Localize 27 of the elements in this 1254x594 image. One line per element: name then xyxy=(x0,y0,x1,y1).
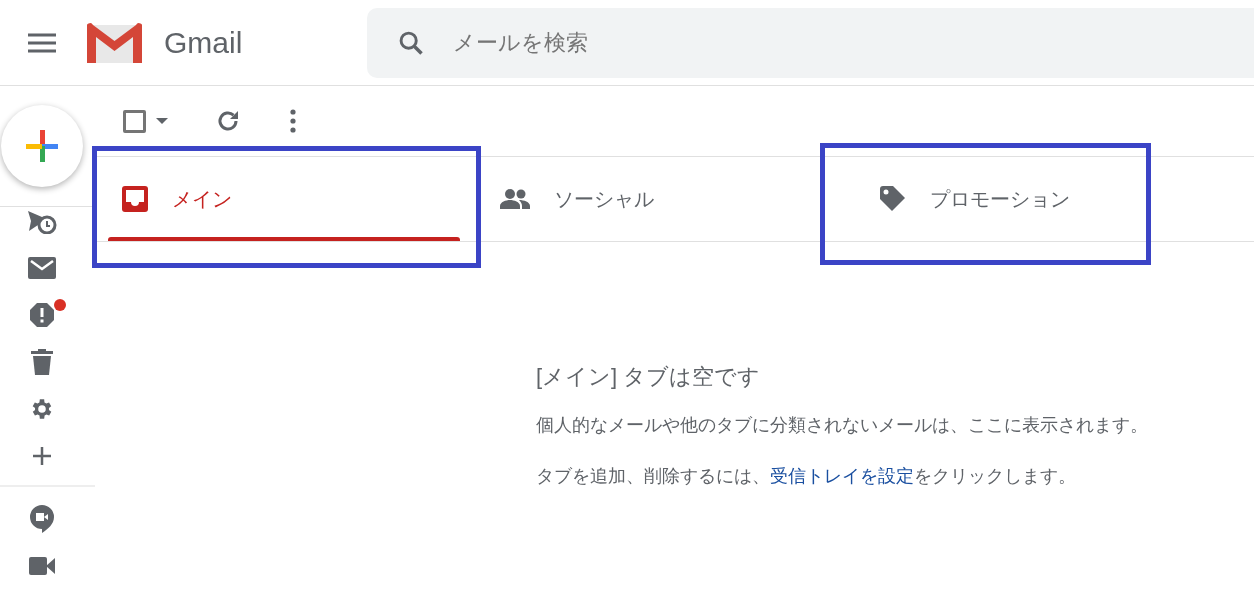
mail-icon[interactable] xyxy=(28,256,56,279)
search-field[interactable]: メールを検索 xyxy=(367,7,1254,78)
trash-icon[interactable] xyxy=(31,348,53,375)
tag-icon xyxy=(880,186,906,212)
description: 個人的なメールや他のタブに分類されないメールは、ここに表示されます。 xyxy=(536,414,1149,437)
app-name: Gmail xyxy=(164,25,243,61)
inbox-icon xyxy=(122,186,148,212)
refresh-icon[interactable] xyxy=(216,109,240,133)
search-input[interactable]: メールを検索 xyxy=(453,26,1054,59)
caret-icon[interactable] xyxy=(156,118,168,124)
tab[interactable]: プロモーション xyxy=(860,157,1160,241)
menu-icon[interactable] xyxy=(28,32,56,53)
envelope-logo-icon xyxy=(87,22,142,63)
video-camera-icon[interactable] xyxy=(29,556,55,575)
empty-title: [メイン] タブは空です xyxy=(536,363,762,391)
people-icon xyxy=(500,189,530,209)
chat-bubble-icon[interactable] xyxy=(30,504,54,533)
plus-icon xyxy=(26,130,58,162)
hint-text: タブを追加、削除するには、受信トレイを設定をクリックします。 xyxy=(536,465,1077,488)
compose-button[interactable] xyxy=(1,105,83,187)
settings-link[interactable]: 受信トレイを設定 xyxy=(770,466,914,486)
plus-icon[interactable] xyxy=(32,445,52,466)
more-icon[interactable] xyxy=(290,109,296,133)
tab[interactable]: メイン xyxy=(108,157,460,241)
warning-icon[interactable] xyxy=(29,301,55,328)
select-checkbox[interactable] xyxy=(123,109,146,133)
tab[interactable]: ソーシャル xyxy=(480,157,860,241)
